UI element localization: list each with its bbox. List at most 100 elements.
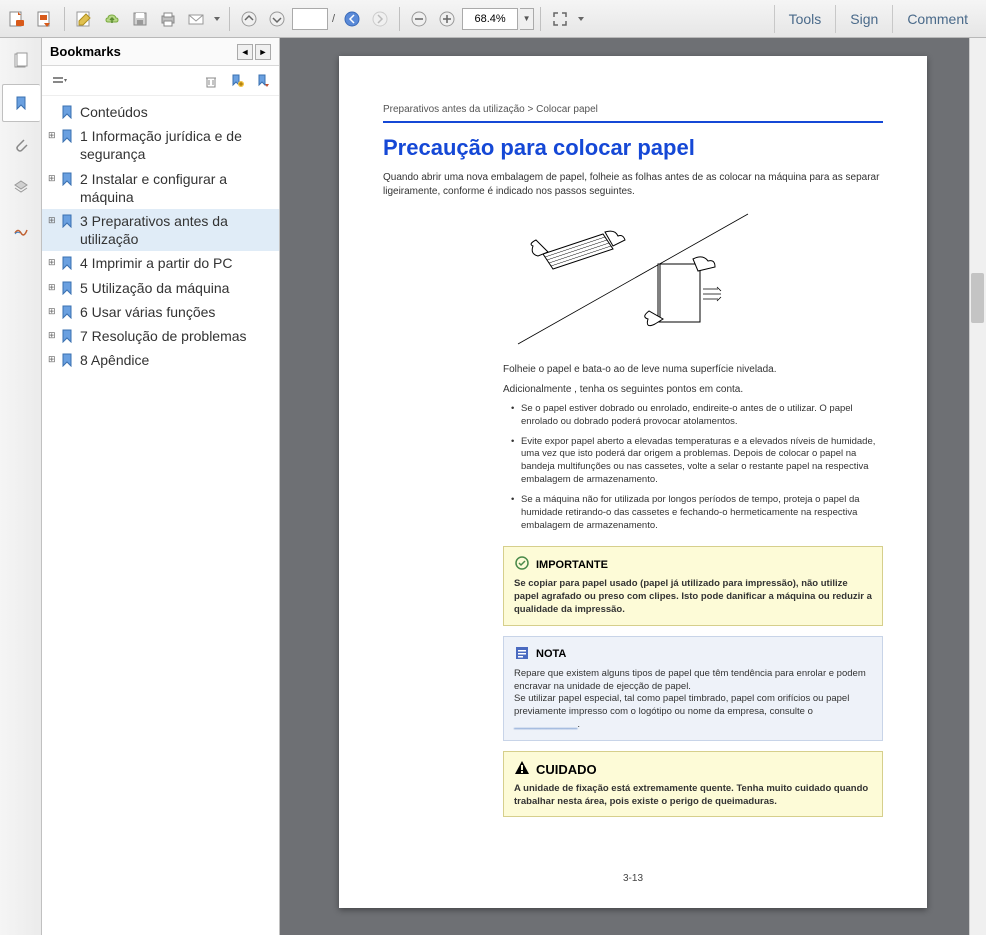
bookmark-label: 5 Utilização da máquina [80, 279, 273, 297]
delete-bookmark-icon[interactable] [201, 71, 221, 91]
importante-box: IMPORTANTE Se copiar para papel usado (p… [503, 546, 883, 625]
page-number: 3-13 [339, 873, 927, 884]
bookmark-icon [60, 305, 74, 319]
bookmarks-options-icon[interactable] [48, 70, 70, 92]
expand-icon[interactable]: ⊞ [48, 254, 58, 268]
zoom-input[interactable] [462, 8, 518, 30]
body-line-1: Folheie o papel e bata-o ao de leve numa… [503, 363, 883, 377]
email-icon[interactable] [183, 6, 209, 32]
nota-body-2: Se utilizar papel especial, tal como pap… [514, 693, 849, 717]
bullet-item: Evite expor papel aberto a elevadas temp… [511, 436, 883, 487]
bookmarks-panel: Bookmarks ◄ ► Conteúdos ⊞ 1 Informação jur… [42, 38, 280, 935]
cuidado-box: CUIDADO A unidade de fixação está extrem… [503, 751, 883, 818]
bookmark-icon [60, 214, 74, 228]
create-pdf-icon[interactable] [4, 6, 30, 32]
nota-box: NOTA Repare que existem alguns tipos de … [503, 636, 883, 741]
signatures-tab-icon[interactable] [2, 210, 40, 248]
page-breadcrumb: Preparativos antes da utilização > Coloc… [383, 104, 883, 115]
bookmark-icon [60, 329, 74, 343]
bookmark-icon [60, 105, 74, 119]
bookmark-item[interactable]: ⊞ 2 Instalar e configurar a máquina [42, 167, 279, 209]
bookmark-item[interactable]: ⊞ 4 Imprimir a partir do PC [42, 251, 279, 275]
bookmarks-next-icon[interactable]: ► [255, 44, 271, 60]
fit-window-icon[interactable] [547, 6, 573, 32]
bullets-list: Se o papel estiver dobrado ou enrolado, … [511, 403, 883, 532]
nota-body-1: Repare que existem alguns tipos de papel… [514, 668, 872, 694]
bullet-item: Se o papel estiver dobrado ou enrolado, … [511, 403, 883, 429]
next-view-icon[interactable] [367, 6, 393, 32]
vertical-scrollbar[interactable] [969, 38, 986, 935]
cloud-icon[interactable] [99, 6, 125, 32]
warning-icon [514, 760, 530, 779]
nota-link[interactable]: ____________ [514, 719, 577, 730]
document-area[interactable]: Preparativos antes da utilização > Coloc… [280, 38, 986, 935]
intro-text: Quando abrir uma nova embalagem de papel… [383, 171, 883, 199]
fit-dropdown-icon[interactable] [575, 6, 587, 32]
tools-tab[interactable]: Tools [774, 5, 836, 33]
bullet-item: Se a máquina não for utilizada por longo… [511, 494, 883, 532]
expand-icon[interactable]: ⊞ [48, 127, 58, 141]
bookmarks-prev-icon[interactable]: ◄ [237, 44, 253, 60]
expand-bookmark-icon[interactable] [253, 71, 273, 91]
importante-body: Se copiar para papel usado (papel já uti… [514, 578, 872, 616]
expand-icon[interactable]: ⊞ [48, 327, 58, 341]
page-up-icon[interactable] [236, 6, 262, 32]
bookmark-item[interactable]: ⊞ 7 Resolução de problemas [42, 324, 279, 348]
expand-icon[interactable]: ⊞ [48, 212, 58, 226]
bookmark-item[interactable]: ⊞ 8 Apêndice [42, 348, 279, 372]
bookmark-label: 3 Preparativos antes da utilização [80, 212, 273, 248]
bookmark-icon [60, 281, 74, 295]
email-dropdown-icon[interactable] [211, 6, 223, 32]
bookmark-label: 8 Apêndice [80, 351, 273, 369]
zoom-dropdown-icon[interactable]: ▼ [520, 8, 534, 30]
attachments-tab-icon[interactable] [2, 126, 40, 164]
layers-tab-icon[interactable] [2, 168, 40, 206]
page-number-input[interactable] [292, 8, 328, 30]
expand-icon[interactable]: ⊞ [48, 279, 58, 293]
bookmark-label: Conteúdos [80, 103, 273, 121]
bookmark-label: 2 Instalar e configurar a máquina [80, 170, 273, 206]
edit-icon[interactable] [71, 6, 97, 32]
expand-icon[interactable]: ⊞ [48, 303, 58, 317]
page-down-icon[interactable] [264, 6, 290, 32]
expand-icon[interactable]: ⊞ [48, 170, 58, 184]
bookmark-label: 4 Imprimir a partir do PC [80, 254, 273, 272]
bookmark-item[interactable]: Conteúdos [42, 100, 279, 124]
bookmark-item[interactable]: ⊞ 5 Utilização da máquina [42, 276, 279, 300]
zoom-in-icon[interactable] [434, 6, 460, 32]
comment-tab[interactable]: Comment [892, 5, 982, 33]
pdf-page: Preparativos antes da utilização > Coloc… [339, 56, 927, 908]
paper-illustration [513, 209, 753, 349]
sign-tab[interactable]: Sign [835, 5, 892, 33]
prev-view-icon[interactable] [339, 6, 365, 32]
bookmarks-list: Conteúdos ⊞ 1 Informação jurídica e de seg… [42, 96, 279, 935]
importante-title: IMPORTANTE [536, 559, 608, 571]
check-icon [514, 555, 530, 574]
bookmark-icon [60, 172, 74, 186]
bookmark-label: 6 Usar várias funções [80, 303, 273, 321]
bookmark-label: 1 Informação jurídica e de segurança [80, 127, 273, 163]
new-bookmark-icon[interactable] [227, 71, 247, 91]
bookmark-item[interactable]: ⊞ 6 Usar várias funções [42, 300, 279, 324]
bookmarks-tab-icon[interactable] [2, 84, 40, 122]
cuidado-title: CUIDADO [536, 762, 597, 777]
export-pdf-icon[interactable] [32, 6, 58, 32]
bookmarks-title: Bookmarks [50, 44, 235, 59]
page-title: Precaução para colocar papel [383, 135, 883, 161]
note-icon [514, 645, 530, 664]
print-icon[interactable] [155, 6, 181, 32]
vertical-tabs [0, 38, 42, 935]
cuidado-body: A unidade de fixação está extremamente q… [514, 783, 872, 809]
bookmark-icon [60, 353, 74, 367]
zoom-out-icon[interactable] [406, 6, 432, 32]
expand-icon[interactable]: ⊞ [48, 351, 58, 365]
save-icon[interactable] [127, 6, 153, 32]
thumbnails-tab-icon[interactable] [2, 42, 40, 80]
bookmark-item[interactable]: ⊞ 1 Informação jurídica e de segurança [42, 124, 279, 166]
bookmark-item[interactable]: ⊞ 3 Preparativos antes da utilização [42, 209, 279, 251]
nota-title: NOTA [536, 648, 566, 660]
bookmark-icon [60, 256, 74, 270]
body-line-2: Adicionalmente , tenha os seguintes pont… [503, 383, 883, 397]
scrollbar-thumb[interactable] [971, 273, 984, 323]
bookmark-label: 7 Resolução de problemas [80, 327, 273, 345]
